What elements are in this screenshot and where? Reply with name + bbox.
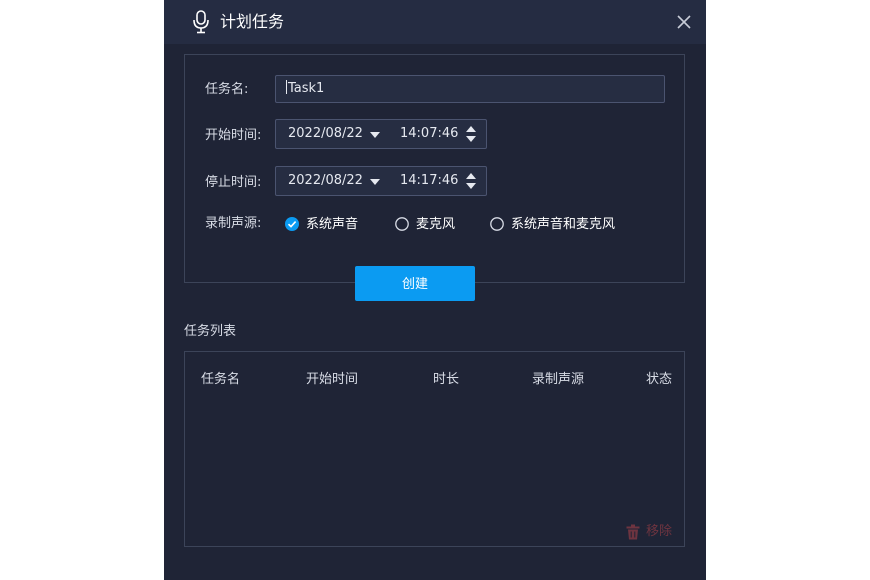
stop-time-label: 停止时间: bbox=[205, 175, 262, 190]
radio-unchecked-icon bbox=[395, 217, 409, 231]
create-button[interactable]: 创建 bbox=[355, 266, 475, 301]
radio-label: 系统声音 bbox=[306, 217, 359, 232]
radio-label: 系统声音和麦克风 bbox=[511, 217, 616, 232]
start-time-value: 14:07:46 bbox=[400, 126, 459, 141]
column-header-recording-source[interactable]: 录制声源 bbox=[532, 371, 584, 389]
schedule-task-dialog: 计划任务 任务名: Task1 开始时间: 2022/08/22 14:07:4… bbox=[164, 0, 706, 580]
task-list-title: 任务列表 bbox=[184, 324, 237, 339]
start-date-value: 2022/08/22 bbox=[288, 126, 363, 141]
column-header-status[interactable]: 状态 bbox=[646, 371, 672, 389]
close-icon[interactable] bbox=[674, 12, 694, 32]
text-caret bbox=[286, 80, 287, 94]
radio-label: 麦克风 bbox=[416, 217, 456, 232]
microphone-icon bbox=[193, 10, 209, 34]
radio-checked-icon bbox=[285, 217, 299, 231]
column-header-duration[interactable]: 时长 bbox=[433, 371, 459, 389]
radio-unchecked-icon bbox=[490, 217, 504, 231]
spinner-arrows-icon[interactable] bbox=[465, 172, 477, 190]
task-name-label: 任务名: bbox=[205, 82, 249, 97]
column-header-start-time[interactable]: 开始时间 bbox=[306, 371, 358, 389]
stop-datetime-picker[interactable]: 2022/08/22 14:17:46 bbox=[275, 166, 487, 196]
column-header-task-name[interactable]: 任务名 bbox=[201, 371, 240, 389]
spinner-arrows-icon[interactable] bbox=[465, 125, 477, 143]
stop-time-value: 14:17:46 bbox=[400, 173, 459, 188]
recording-source-label: 录制声源: bbox=[205, 216, 262, 231]
stop-date-value: 2022/08/22 bbox=[288, 173, 363, 188]
chevron-down-icon[interactable] bbox=[368, 177, 382, 187]
task-name-input[interactable]: Task1 bbox=[275, 75, 665, 103]
title-bar: 计划任务 bbox=[164, 0, 706, 44]
dialog-title: 计划任务 bbox=[220, 12, 285, 31]
trash-icon bbox=[626, 524, 640, 540]
task-name-value: Task1 bbox=[288, 81, 325, 96]
start-datetime-picker[interactable]: 2022/08/22 14:07:46 bbox=[275, 119, 487, 149]
chevron-down-icon[interactable] bbox=[368, 130, 382, 140]
remove-label: 移除 bbox=[646, 524, 673, 539]
start-time-label: 开始时间: bbox=[205, 128, 262, 143]
